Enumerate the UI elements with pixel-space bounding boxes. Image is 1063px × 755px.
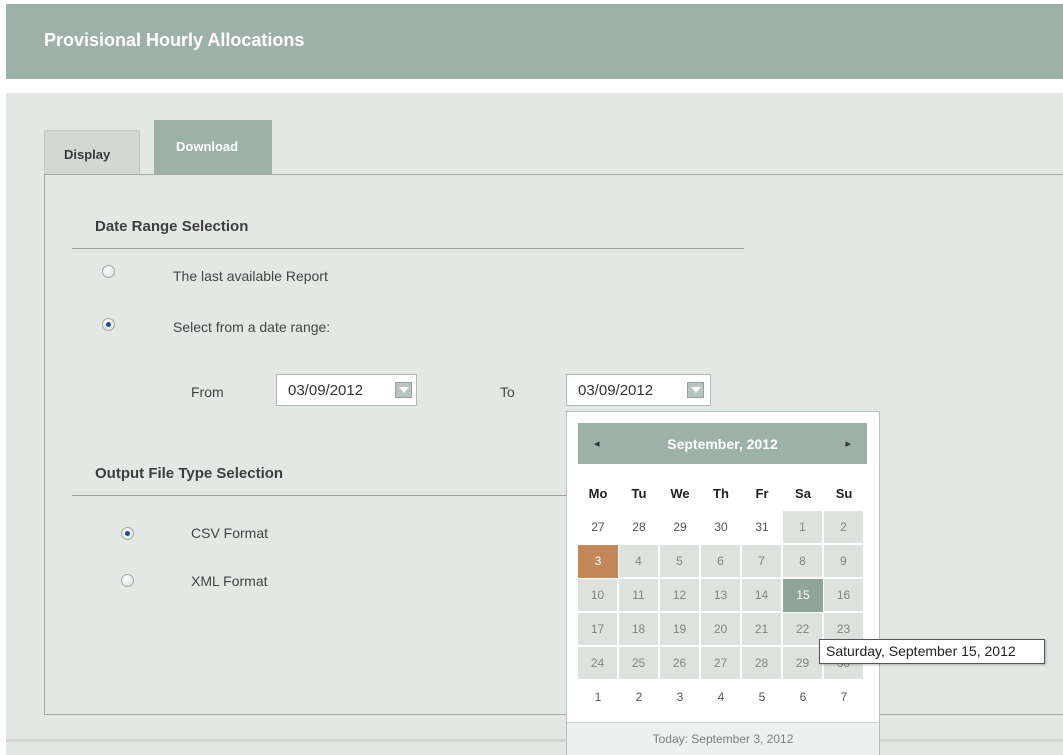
calendar-day[interactable]: 24 [578,647,618,680]
calendar-day[interactable]: 28 [742,647,782,680]
calendar-day[interactable]: 1 [783,511,823,544]
from-date-input[interactable]: 03/09/2012 [276,374,417,406]
radio-csv-label: CSV Format [191,525,269,541]
download-panel [44,174,1063,715]
calendar-day[interactable]: 11 [619,579,659,612]
calendar-day[interactable]: 19 [660,613,700,646]
calendar-day[interactable]: 4 [701,681,741,714]
to-label: To [500,384,515,400]
calendar-day[interactable]: 7 [824,681,864,714]
calendar-day[interactable]: 2 [824,511,864,544]
calendar-today-footer[interactable]: Today: September 3, 2012 [567,722,879,755]
calendar-day[interactable]: 3 [660,681,700,714]
output-type-heading: Output File Type Selection [95,465,284,482]
page-title: Provisional Hourly Allocations [44,30,305,50]
calendar-day[interactable]: 26 [660,647,700,680]
tab-display-label: Display [64,147,111,162]
calendar-day[interactable]: 4 [619,545,659,578]
calendar-day[interactable]: 28 [619,511,659,544]
bottom-divider [6,739,1063,742]
radio-xml-label: XML Format [191,573,268,589]
calendar-day[interactable]: 25 [619,647,659,680]
weekday-header: Th [713,486,729,501]
calendar-day[interactable]: 8 [783,545,823,578]
radio-date-range-label: Select from a date range: [173,319,331,335]
calendar-day[interactable]: 17 [578,613,618,646]
calendar-day[interactable]: 6 [783,681,823,714]
weekday-header: Fr [755,486,769,501]
calendar-day[interactable]: 6 [701,545,741,578]
title-bar: Provisional Hourly Allocations [6,4,1063,79]
date-range-divider [72,248,744,249]
calendar-day[interactable]: 3 [578,545,618,578]
calendar-day[interactable]: 7 [742,545,782,578]
calendar-day[interactable]: 9 [824,545,864,578]
radio-xml[interactable] [121,574,134,587]
calendar-day[interactable]: 22 [783,613,823,646]
calendar-day[interactable]: 16 [824,579,864,612]
calendar-day[interactable]: 21 [742,613,782,646]
calendar-day[interactable]: 15 [783,579,823,612]
calendar-day[interactable]: 14 [742,579,782,612]
weekday-header: Su [835,486,853,501]
weekday-header: Tu [631,486,647,501]
calendar-day[interactable]: 30 [701,511,741,544]
from-date-value: 03/09/2012 [288,382,364,399]
calendar-header: ◂ September, 2012 ▸ [578,423,867,464]
weekday-header: Sa [795,486,811,501]
to-dropdown-icon[interactable] [687,382,704,398]
from-label: From [191,384,224,400]
calendar-day[interactable]: 29 [783,647,823,680]
tab-download-label: Download [176,139,239,154]
calendar-day[interactable]: 18 [619,613,659,646]
calendar-day[interactable]: 5 [742,681,782,714]
radio-last-report[interactable] [102,265,115,278]
tab-download[interactable]: Download [154,120,272,176]
calendar-month-label: September, 2012 [667,436,778,452]
radio-csv[interactable] [121,527,134,540]
calendar-day[interactable]: 10 [578,579,618,612]
to-date-input[interactable]: 03/09/2012 [566,374,711,406]
tab-display[interactable]: Display [44,130,140,176]
from-dropdown-icon[interactable] [395,382,412,398]
calendar-day[interactable]: 12 [660,579,700,612]
calendar-day[interactable]: 5 [660,545,700,578]
weekday-header: Mo [588,486,608,501]
calendar-day[interactable]: 13 [701,579,741,612]
date-range-heading: Date Range Selection [95,218,249,235]
date-tooltip: Saturday, September 15, 2012 [819,639,1045,664]
output-type-divider [72,495,567,496]
calendar-day[interactable]: 29 [660,511,700,544]
calendar-day[interactable]: 27 [701,647,741,680]
calendar-day[interactable]: 2 [619,681,659,714]
to-date-value: 03/09/2012 [578,382,654,399]
date-picker-popup: ◂ September, 2012 ▸ Mo Tu We Th Fr Sa Su 27 28 2… [566,411,880,755]
next-month-icon[interactable]: ▸ [845,437,851,450]
radio-last-report-label: The last available Report [173,268,328,284]
calendar-day[interactable]: 20 [701,613,741,646]
calendar-day[interactable]: 1 [578,681,618,714]
calendar-day[interactable]: 27 [578,511,618,544]
calendar-day[interactable]: 31 [742,511,782,544]
radio-date-range[interactable] [102,318,115,331]
weekday-header: We [670,486,690,501]
